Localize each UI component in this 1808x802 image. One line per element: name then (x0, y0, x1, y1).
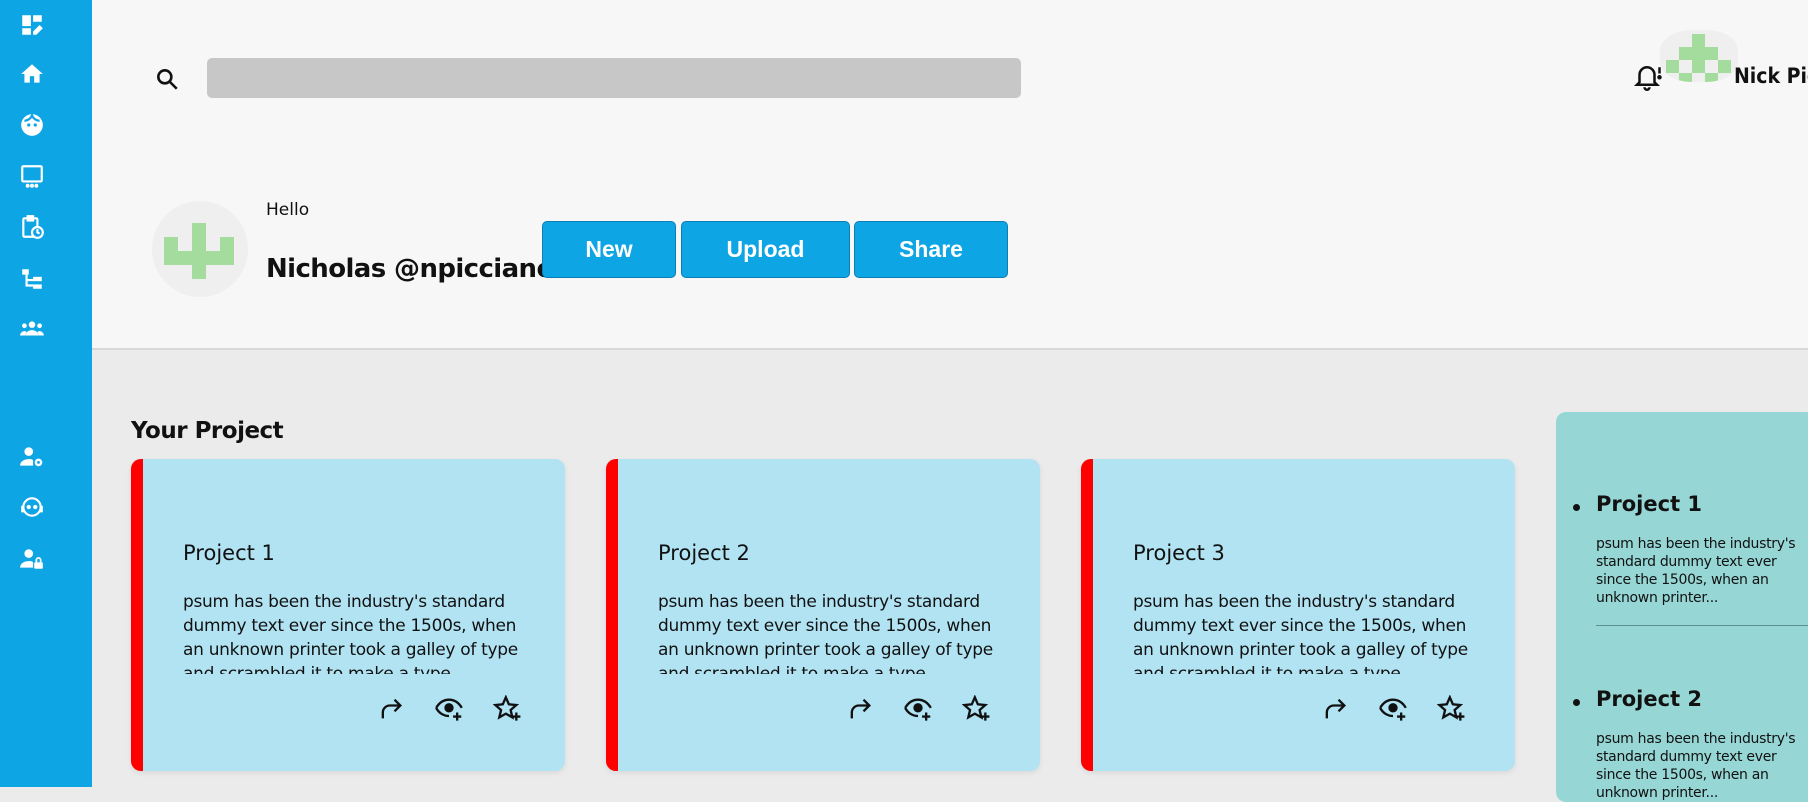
side-item-text: psum has been the industry's standard du… (1596, 536, 1796, 606)
card-stripe (131, 459, 143, 771)
share-button[interactable]: Share (854, 221, 1008, 278)
user-lock-icon[interactable] (18, 545, 46, 573)
watch-add-icon[interactable] (435, 695, 467, 727)
header: Nick Picc Hello Nicholas @npicciano79 Ne… (92, 0, 1808, 350)
group-icon[interactable] (18, 315, 46, 343)
share-arrow-icon[interactable] (377, 695, 409, 727)
project-card[interactable]: Project 3 psum has been the industry's s… (1081, 459, 1515, 771)
side-item-text: psum has been the industry's standard du… (1596, 731, 1796, 801)
card-stripe (606, 459, 618, 771)
star-add-icon[interactable] (492, 694, 525, 727)
avatar[interactable] (1660, 30, 1738, 82)
support-agent-icon[interactable] (18, 493, 46, 521)
side-item-title[interactable]: Project 1 (1596, 492, 1702, 516)
card-title: Project 3 (1133, 541, 1225, 565)
user-settings-icon[interactable] (18, 443, 46, 471)
dashboard-edit-icon[interactable] (18, 11, 46, 39)
bullet (1573, 699, 1580, 706)
projects-side-panel: Project 1 psum has been the industry's s… (1556, 412, 1808, 802)
watch-add-icon[interactable] (904, 695, 936, 727)
share-arrow-icon[interactable] (846, 695, 878, 727)
chat-icon[interactable] (18, 162, 46, 190)
user-name[interactable]: Nick Picc (1734, 64, 1808, 88)
face-icon[interactable] (18, 111, 46, 139)
bell-icon[interactable] (1632, 61, 1662, 93)
watch-add-icon[interactable] (1379, 695, 1411, 727)
card-text: psum has been the industry's standard du… (658, 592, 993, 674)
section-title: Your Project (131, 418, 284, 444)
card-text: psum has been the industry's standard du… (183, 592, 518, 674)
star-add-icon[interactable] (1436, 694, 1469, 727)
clipboard-clock-icon[interactable] (18, 213, 46, 241)
divider (1596, 625, 1808, 626)
card-title: Project 2 (658, 541, 750, 565)
card-stripe (1081, 459, 1093, 771)
search-icon[interactable] (154, 66, 180, 92)
profile-avatar (152, 201, 248, 297)
project-card[interactable]: Project 1 psum has been the industry's s… (131, 459, 565, 771)
share-arrow-icon[interactable] (1321, 695, 1353, 727)
home-icon[interactable] (18, 60, 46, 88)
search-input[interactable] (207, 58, 1021, 98)
card-text: psum has been the industry's standard du… (1133, 592, 1468, 674)
upload-button[interactable]: Upload (681, 221, 850, 278)
greeting: Hello (266, 200, 310, 220)
new-button[interactable]: New (542, 221, 676, 278)
card-title: Project 1 (183, 541, 275, 565)
star-add-icon[interactable] (961, 694, 994, 727)
profile-full-name: Nicholas @npicciano79 (266, 254, 589, 284)
bullet (1573, 504, 1580, 511)
tree-icon[interactable] (18, 265, 46, 293)
sidebar (0, 0, 92, 787)
project-card[interactable]: Project 2 psum has been the industry's s… (606, 459, 1040, 771)
side-item-title[interactable]: Project 2 (1596, 687, 1702, 711)
